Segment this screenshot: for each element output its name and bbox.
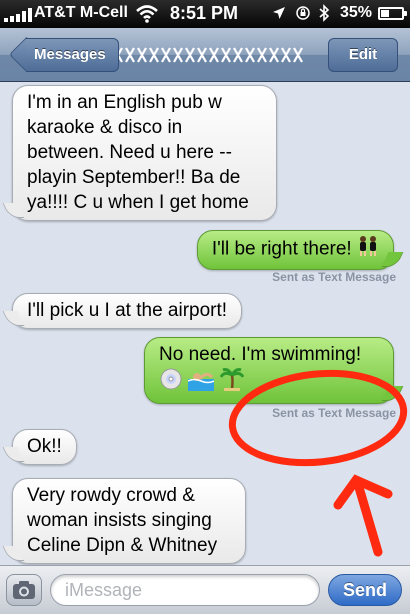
clock: 8:51 PM: [170, 3, 239, 23]
cd-emoji: [159, 367, 183, 398]
message-bubble-outgoing[interactable]: No need. I'm swimming!: [144, 337, 394, 404]
back-button[interactable]: Messages: [26, 38, 119, 72]
message-text: Very rowdy crowd & woman insists singing…: [27, 485, 218, 556]
nav-bar: Messages Edit: [0, 28, 410, 82]
battery-fill: [381, 10, 389, 17]
wifi-icon: [136, 5, 158, 23]
location-icon: [273, 7, 285, 19]
camera-button[interactable]: [6, 574, 42, 606]
message-text: No need. I'm swimming!: [159, 344, 362, 365]
message-text: I'll pick u I at the airport!: [27, 300, 228, 321]
conversation-title-redacted: [108, 40, 308, 70]
sent-as-text-note: Sent as Text Message: [272, 406, 396, 420]
compose-bar: Send: [0, 565, 410, 614]
battery-percent: 35%: [340, 4, 373, 21]
imessage-input[interactable]: [50, 574, 320, 606]
edit-button[interactable]: Edit: [328, 38, 398, 72]
swimmer-emoji: [187, 367, 215, 398]
carrier-name: AT&T M-Cell: [34, 4, 128, 21]
message-text: I'm in an English pub w karaoke & disco …: [27, 92, 249, 213]
sent-as-text-note: Sent as Text Message: [272, 270, 396, 284]
message-thread[interactable]: I'm in an English pub w karaoke & disco …: [0, 83, 410, 565]
rotation-lock-icon: [296, 6, 310, 20]
message-bubble-incoming[interactable]: Ok!!: [12, 429, 77, 465]
message-bubble-outgoing[interactable]: I'll be right there!: [196, 230, 394, 270]
message-text: Ok!!: [27, 436, 62, 457]
message-bubble-incoming[interactable]: Very rowdy crowd & woman insists singing…: [12, 478, 246, 564]
palm-tree-emoji: [219, 367, 244, 398]
dancers-emoji: [357, 235, 379, 264]
camera-icon: [13, 581, 35, 599]
bluetooth-icon: [319, 4, 330, 22]
message-bubble-incoming[interactable]: I'm in an English pub w karaoke & disco …: [12, 85, 277, 221]
message-text: I'll be right there!: [211, 238, 352, 260]
signal-icon: [4, 8, 32, 22]
redaction-scribble: [113, 47, 303, 63]
message-bubble-incoming[interactable]: I'll pick u I at the airport!: [12, 293, 243, 329]
send-button[interactable]: Send: [328, 574, 402, 606]
status-bar: AT&T M-Cell 8:51 PM 35%: [0, 0, 410, 28]
back-button-wrap: Messages: [8, 28, 119, 82]
battery-icon: [378, 7, 407, 20]
